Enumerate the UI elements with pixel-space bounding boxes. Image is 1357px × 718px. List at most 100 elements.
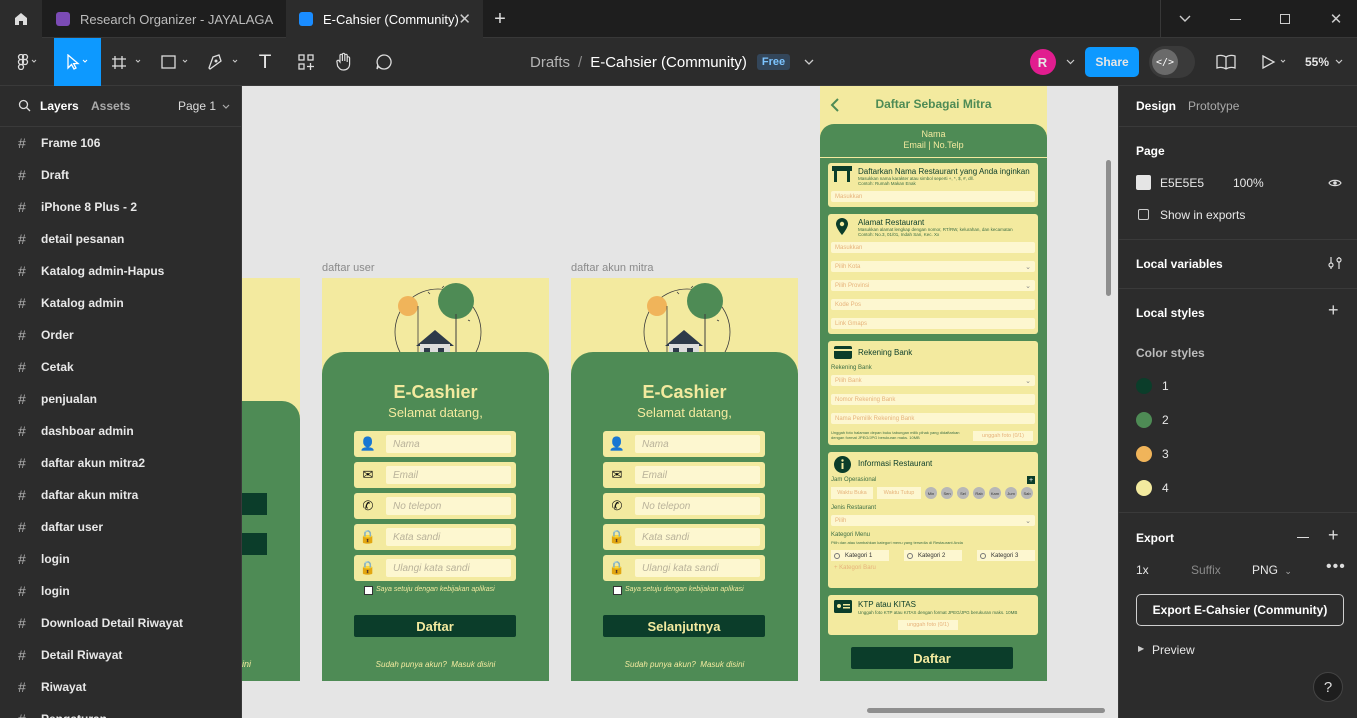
category-option[interactable]: Kategori 3 bbox=[977, 550, 1035, 561]
frame-daftar-akun-mitra[interactable]: E-Cashier Selamat datang, 👤 Nama ✉ Email ✆ No… bbox=[571, 278, 798, 681]
form-field[interactable]: 🔒 Ulangi kata sandi bbox=[603, 555, 765, 581]
field-input[interactable]: Email bbox=[386, 466, 511, 484]
layer-item[interactable]: # login bbox=[0, 575, 241, 607]
layer-item[interactable]: # penjualan bbox=[0, 383, 241, 415]
chevron-down-icon[interactable] bbox=[1172, 0, 1198, 38]
plus-icon[interactable]: + bbox=[489, 0, 511, 38]
restaurant-name-input[interactable]: Masukkan bbox=[831, 191, 1035, 202]
layer-item[interactable]: # daftar akun mitra bbox=[0, 479, 241, 511]
layer-item[interactable]: #Pengaturan bbox=[0, 703, 241, 718]
close-icon[interactable]: ✕ bbox=[458, 10, 471, 28]
field-input[interactable]: Nama bbox=[635, 435, 760, 453]
field-input[interactable]: Ulangi kata sandi bbox=[386, 559, 511, 577]
minimize-icon[interactable] bbox=[1224, 0, 1246, 38]
province-select[interactable]: Pilih Provinsi ⌄ bbox=[831, 280, 1035, 291]
share-button[interactable]: Share bbox=[1085, 47, 1139, 77]
form-field[interactable]: 🔒 Kata sandi bbox=[603, 524, 765, 550]
frame-label[interactable]: daftar akun mitra bbox=[571, 262, 654, 274]
caret-right-icon[interactable]: ▶ bbox=[1138, 644, 1144, 653]
resources-icon[interactable] bbox=[294, 38, 318, 86]
layer-item[interactable]: # Katalog admin bbox=[0, 287, 241, 319]
color-style-swatch[interactable] bbox=[1136, 480, 1152, 496]
frame-daftar-sebagai-mitra[interactable]: Daftar Sebagai Mitra Nama Email | No.Tel… bbox=[820, 86, 1047, 681]
main-menu-icon[interactable] bbox=[8, 38, 46, 86]
shape-tool[interactable] bbox=[158, 38, 194, 86]
page-opacity[interactable]: 100% bbox=[1233, 176, 1264, 190]
minus-icon[interactable] bbox=[1297, 537, 1309, 538]
day-toggle[interactable]: Kam bbox=[989, 487, 1001, 499]
chevron-down-icon[interactable] bbox=[804, 59, 814, 66]
page-selector[interactable]: Page 1 bbox=[178, 99, 230, 113]
day-toggle[interactable]: Min bbox=[925, 487, 937, 499]
bank-select[interactable]: Pilih Bank ⌄ bbox=[831, 375, 1035, 386]
canvas[interactable]: ini daftar user daftar akun mitra E-Cash… bbox=[242, 86, 1118, 718]
category-option[interactable]: Kategori 2 bbox=[904, 550, 962, 561]
field-input[interactable]: Email bbox=[635, 466, 760, 484]
form-field[interactable]: ✉ Email bbox=[354, 462, 516, 488]
agree-checkbox[interactable] bbox=[364, 586, 373, 595]
account-number-input[interactable]: Nomor Rekening Bank bbox=[831, 394, 1035, 405]
field-input[interactable]: Kata sandi bbox=[635, 528, 760, 546]
partial-frame[interactable]: ini bbox=[242, 278, 300, 681]
export-scale[interactable]: 1x bbox=[1136, 563, 1149, 577]
form-field[interactable]: 🔒 Kata sandi bbox=[354, 524, 516, 550]
form-field[interactable]: 🔒 Ulangi kata sandi bbox=[354, 555, 516, 581]
layer-item[interactable]: # Draft bbox=[0, 159, 241, 191]
hand-tool-icon[interactable] bbox=[332, 38, 356, 86]
avatar[interactable]: R bbox=[1029, 49, 1056, 75]
layer-item[interactable]: # daftar user bbox=[0, 511, 241, 543]
layer-item[interactable]: # daftar akun mitra2 bbox=[0, 447, 241, 479]
login-link[interactable]: Masuk disini bbox=[451, 660, 495, 669]
color-style-swatch[interactable] bbox=[1136, 446, 1152, 462]
upload-button[interactable]: unggah foto (0/1) bbox=[973, 431, 1033, 441]
form-field[interactable]: 👤 Nama bbox=[354, 431, 516, 457]
page-color-hex[interactable]: E5E5E5 bbox=[1160, 176, 1204, 190]
color-style-swatch[interactable] bbox=[1136, 412, 1152, 428]
form-field[interactable]: ✉ Email bbox=[603, 462, 765, 488]
preview-toggle[interactable]: Preview bbox=[1152, 643, 1195, 657]
layer-item[interactable]: # Riwayat bbox=[0, 671, 241, 703]
export-suffix-input[interactable]: Suffix bbox=[1191, 563, 1221, 577]
plus-icon[interactable]: + bbox=[1328, 300, 1339, 321]
tab-e-cahsier[interactable]: E-Cahsier (Community) ✕ bbox=[286, 0, 483, 38]
daftar-button[interactable]: Daftar bbox=[354, 615, 516, 637]
gmaps-link-input[interactable]: Link Gmaps bbox=[831, 318, 1035, 329]
plus-icon[interactable]: + bbox=[1328, 525, 1339, 546]
category-option[interactable]: Kategori 1 bbox=[831, 550, 889, 561]
file-name[interactable]: E-Cahsier (Community) bbox=[590, 54, 747, 71]
field-input[interactable]: Kata sandi bbox=[386, 528, 511, 546]
vertical-scrollbar[interactable] bbox=[1106, 160, 1111, 296]
tab-assets[interactable]: Assets bbox=[91, 99, 130, 113]
upload-button[interactable]: unggah foto (0/1) bbox=[898, 620, 958, 630]
agree-checkbox[interactable] bbox=[613, 586, 622, 595]
frame-label[interactable]: daftar user bbox=[322, 262, 375, 274]
login-link[interactable]: Masuk disini bbox=[700, 660, 744, 669]
layer-item[interactable]: # iPhone 8 Plus - 2 bbox=[0, 191, 241, 223]
tab-layers[interactable]: Layers bbox=[40, 99, 79, 113]
layer-item[interactable]: # login bbox=[0, 543, 241, 575]
type-select[interactable]: Pilih ⌄ bbox=[831, 515, 1035, 526]
form-field[interactable]: ✆ No telepon bbox=[354, 493, 516, 519]
selanjutnya-button[interactable]: Selanjutnya bbox=[603, 615, 765, 637]
show-in-exports-checkbox[interactable] bbox=[1138, 209, 1149, 220]
text-tool-icon[interactable]: T bbox=[254, 38, 276, 86]
dev-mode-toggle[interactable]: </> bbox=[1149, 46, 1195, 78]
layer-item[interactable]: # Frame 106 bbox=[0, 127, 241, 159]
zoom-menu[interactable]: 55% bbox=[1302, 38, 1346, 86]
layer-item[interactable]: # Katalog admin-Hapus bbox=[0, 255, 241, 287]
address-input[interactable]: Masukkan bbox=[831, 242, 1035, 253]
eye-icon[interactable] bbox=[1328, 178, 1342, 188]
account-owner-input[interactable]: Nama Pemilik Rekening Bank bbox=[831, 413, 1035, 424]
local-variables-title[interactable]: Local variables bbox=[1136, 257, 1223, 271]
export-format-select[interactable]: PNG ⌄ bbox=[1252, 563, 1292, 577]
day-toggle[interactable]: Sen bbox=[941, 487, 953, 499]
pen-tool[interactable] bbox=[205, 38, 243, 86]
form-field[interactable]: ✆ No telepon bbox=[603, 493, 765, 519]
field-input[interactable]: No telepon bbox=[635, 497, 760, 515]
postal-code-input[interactable]: Kode Pos bbox=[831, 299, 1035, 310]
page-color-swatch[interactable] bbox=[1136, 175, 1151, 190]
layer-item[interactable]: # Detail Riwayat bbox=[0, 639, 241, 671]
layer-item[interactable]: # dashboar admin bbox=[0, 415, 241, 447]
day-toggle[interactable]: Jum bbox=[1005, 487, 1017, 499]
restore-icon[interactable] bbox=[1274, 0, 1296, 38]
